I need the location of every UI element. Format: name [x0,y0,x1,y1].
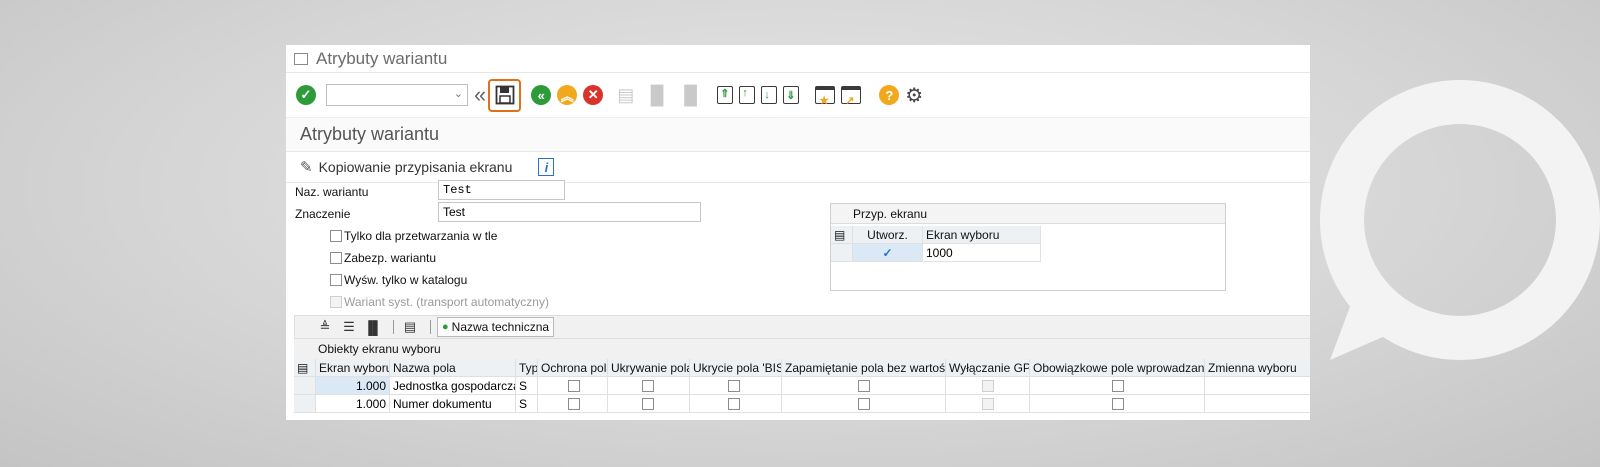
find-next-icon: ▐▌ [677,84,704,105]
enter-icon[interactable]: ✓ [296,83,316,107]
chat-bubble-decoration [1320,80,1600,360]
system-variant-label: Wariant syst. (transport automatyczny) [344,295,549,309]
last-page-icon[interactable]: ⇓ [783,86,800,104]
select-all-icon[interactable]: ▤ [294,359,316,377]
back-icon[interactable]: « [531,83,552,107]
find-icon[interactable]: ▐▌ [363,318,383,336]
grid-toolbar: ≜ ☰ ▐▌ ▤ ● Nazwa techniczna [294,315,1310,339]
meaning-label: Znaczenie [295,207,351,221]
background-only-checkbox[interactable] [330,230,342,242]
chevron-down-icon[interactable]: ⌄ [454,87,463,100]
row-selector[interactable] [831,244,853,262]
gpa-checkbox [982,398,994,410]
col-header-variable[interactable]: Zmienna wyboru [1205,359,1310,377]
hide-checkbox[interactable] [642,398,654,410]
filter-icon[interactable]: ☰ [339,318,359,336]
table-cell-type: S [516,395,538,413]
previous-page-icon[interactable]: ↑ [739,86,756,104]
create-checkbox[interactable]: ✓ [853,244,923,262]
help-icon[interactable]: ? [879,83,900,107]
shortcut-icon[interactable]: ↗ [841,86,862,107]
col-header-field[interactable]: Nazwa pola [390,359,516,377]
system-variant-checkbox [330,296,342,308]
window-title: Atrybuty wariantu [316,48,448,68]
hide-checkbox[interactable] [642,380,654,392]
catalog-only-checkbox[interactable] [330,274,342,286]
table-cell-variable[interactable] [1205,395,1310,413]
variant-name-label: Naz. wariantu [295,185,369,199]
background-only-label: Tylko dla przetwarzania w tle [344,229,498,243]
next-page-icon[interactable]: ↓ [761,86,778,104]
screen-assignment-title: Przyp. ekranu [831,204,1225,224]
page-title: Atrybuty wariantu [286,117,1310,151]
col-header-type[interactable]: Typ [516,359,538,377]
col-header-hide-bis[interactable]: Ukrycie pola 'BIS' [690,359,782,377]
col-header-screen[interactable]: Ekran wyboru [316,359,390,377]
technical-name-button[interactable]: ● Nazwa techniczna [437,317,555,337]
required-checkbox[interactable] [1112,398,1124,410]
hide-bis-checkbox[interactable] [728,380,740,392]
screen-assignment-group: Przyp. ekranu ▤ Utworz. Ekran wyboru ✓ 1… [830,203,1226,291]
exit-icon[interactable]: ︽ [557,83,578,107]
save-empty-checkbox[interactable] [858,398,870,410]
copy-screen-assignment-button[interactable]: Kopiowanie przypisania ekranu [319,159,513,175]
menu-icon[interactable] [294,52,308,65]
row-selector[interactable] [294,377,316,395]
standard-toolbar: ✓ ⌄ « « ︽ ✕ ▤ ▐▌ ▐▌ ⇑ ↑ ↓ ⇓ ★ ↗ ? ⚙ [286,73,1310,117]
save-button[interactable] [488,78,522,112]
variant-name-field[interactable]: Test [438,180,565,200]
protect-checkbox[interactable] [568,398,580,410]
table-cell-screen[interactable]: 1.000 [316,377,390,395]
col-header-save-empty[interactable]: Zapamiętanie pola bez wartości [782,359,946,377]
table-cell-field: Jednostka gospodarcza [390,377,516,395]
print-icon[interactable]: ▤ [400,318,420,336]
create-column-header[interactable]: Utworz. [853,226,923,244]
objects-caption: Obiekty ekranu wyboru [294,339,1310,359]
first-page-icon[interactable]: ⇑ [717,86,734,104]
table-cell-type: S [516,377,538,395]
sap-window: Atrybuty wariantu ✓ ⌄ « « ︽ ✕ ▤ ▐▌ ▐▌ ⇑ … [286,45,1310,420]
col-header-hide[interactable]: Ukrywanie pola [608,359,690,377]
select-all-icon[interactable]: ▤ [831,226,853,244]
application-toolbar: ✎ Kopiowanie przypisania ekranu i [286,151,1310,183]
sort-ascending-icon[interactable]: ≜ [315,318,335,336]
window-titlebar: Atrybuty wariantu [286,45,1310,73]
hide-bis-checkbox[interactable] [728,398,740,410]
save-icon [495,85,515,105]
cancel-icon[interactable]: ✕ [583,83,604,107]
protect-variant-label: Zabezp. wariantu [344,251,437,265]
settings-icon[interactable]: ⚙ [905,83,923,107]
command-field[interactable]: ⌄ [326,84,468,106]
table-cell-screen[interactable]: 1.000 [316,395,390,413]
protect-variant-checkbox[interactable] [330,252,342,264]
row-selector[interactable] [294,395,316,413]
table-cell-field: Numer dokumentu [390,395,516,413]
pencil-icon: ✎ [300,159,313,176]
screen-column-header[interactable]: Ekran wyboru [923,226,1041,244]
col-header-gpa[interactable]: Wyłączanie GPA [946,359,1030,377]
gpa-checkbox [982,380,994,392]
find-icon: ▐▌ [644,84,670,105]
info-icon[interactable]: i [538,158,555,176]
screen-number-cell[interactable]: 1000 [923,244,1041,262]
table-cell-variable[interactable] [1205,377,1310,395]
create-session-icon[interactable]: ★ [815,86,836,107]
catalog-only-label: Wyśw. tylko w katalogu [344,273,468,287]
collapse-icon[interactable]: « [474,82,486,107]
technical-name-icon: ● [442,321,449,333]
meaning-field[interactable]: Test [438,202,701,222]
technical-name-label: Nazwa techniczna [451,320,550,334]
protect-checkbox[interactable] [568,380,580,392]
print-icon: ▤ [617,84,635,105]
col-header-protect[interactable]: Ochrona pola [538,359,608,377]
col-header-required[interactable]: Obowiązkowe pole wprowadzania [1030,359,1205,377]
save-empty-checkbox[interactable] [858,380,870,392]
required-checkbox[interactable] [1112,380,1124,392]
